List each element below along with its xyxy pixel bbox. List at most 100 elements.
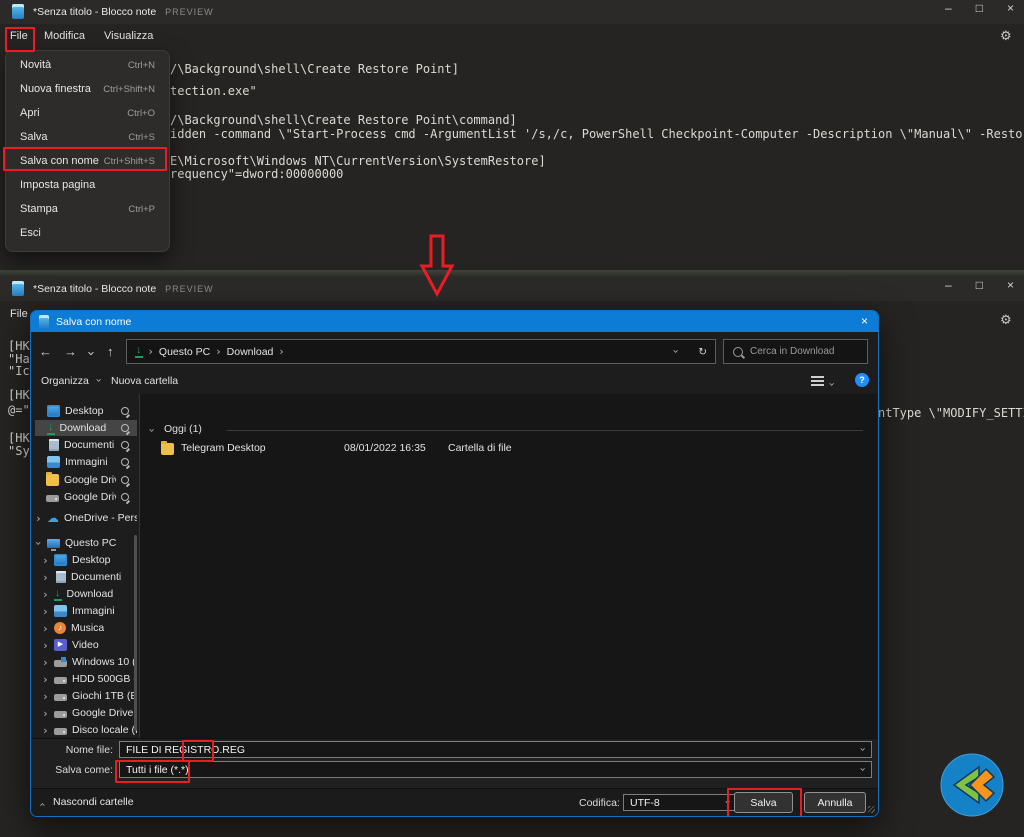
- menuitem-apri[interactable]: ApriCtrl+O: [6, 101, 169, 125]
- menuitem-esci[interactable]: Esci: [6, 221, 169, 245]
- refresh-icon[interactable]: ↻: [698, 346, 707, 358]
- pictures-icon: [54, 605, 67, 617]
- music-icon: ♪: [54, 622, 66, 634]
- settings-gear-icon[interactable]: ⚙: [1000, 313, 1012, 328]
- tree-item-desktop[interactable]: Desktop: [42, 552, 137, 568]
- cancel-button[interactable]: Annulla: [804, 792, 866, 813]
- sidebar-item-questo-pc[interactable]: Questo PC: [35, 535, 137, 551]
- dialog-close-icon[interactable]: ×: [861, 314, 868, 328]
- tree-item-documenti[interactable]: Documenti: [42, 569, 137, 585]
- address-bar[interactable]: ↓ Questo PC Download ↻: [126, 339, 716, 364]
- minimize-button[interactable]: –: [945, 1, 952, 15]
- group-collapse-icon[interactable]: [147, 428, 158, 432]
- system-drive-icon: [54, 660, 67, 667]
- recent-locations-chevron-icon[interactable]: [84, 351, 97, 356]
- maximize-button[interactable]: □: [976, 1, 983, 15]
- address-dropdown-icon[interactable]: [670, 349, 681, 353]
- settings-gear-icon[interactable]: ⚙: [1000, 29, 1012, 44]
- tree-item-musica[interactable]: ♪ Musica: [42, 620, 137, 636]
- breadcrumb-download[interactable]: Download: [227, 346, 274, 358]
- desktop-icon: [54, 554, 67, 566]
- menuitem-imposta-pagina[interactable]: Imposta pagina: [6, 173, 169, 197]
- view-mode-chevron-icon[interactable]: [827, 382, 838, 386]
- tree-item-download[interactable]: ↓ Download: [42, 586, 137, 602]
- menubar: File Modifica Visualizza ⚙: [0, 24, 1024, 50]
- menuitem-stampa[interactable]: StampaCtrl+P: [6, 197, 169, 221]
- filename-input[interactable]: FILE DI REGISTRO.REG: [119, 741, 872, 758]
- sidebar-item-documenti[interactable]: Documenti: [35, 437, 137, 453]
- editor-fragment: [HK: [8, 431, 30, 445]
- chevron-up-icon: [37, 802, 48, 806]
- chevron-right-icon: [42, 555, 49, 566]
- pin-icon: [121, 476, 129, 484]
- tree-item-windows-10-c[interactable]: Windows 10 (C:): [42, 654, 137, 670]
- minimize-button[interactable]: –: [945, 278, 952, 292]
- encoding-label: Codifica:: [579, 797, 620, 809]
- sidebar-item-google-drive-disk[interactable]: Google Drive: [35, 489, 137, 505]
- organizza-button[interactable]: Organizza: [41, 375, 101, 387]
- search-box[interactable]: Cerca in Download: [723, 339, 868, 364]
- editor-line: requency"=dword:00000000: [170, 167, 343, 181]
- preview-badge: PREVIEW: [165, 7, 214, 17]
- editor-fragment: "Ic: [8, 364, 30, 378]
- titlebar: *Senza titolo - Blocco note PREVIEW – □ …: [0, 277, 1024, 301]
- forward-icon[interactable]: →: [64, 344, 77, 359]
- tree-item-immagini[interactable]: Immagini: [42, 603, 137, 619]
- tree-item-google-drive-g[interactable]: Google Drive (G:): [42, 705, 137, 721]
- menu-modifica[interactable]: Modifica: [44, 30, 85, 42]
- editor-line: /\Background\shell\Create Restore Point\…: [170, 113, 517, 127]
- resize-grip[interactable]: [868, 806, 875, 813]
- tree-item-video[interactable]: ▶ Video: [42, 637, 137, 653]
- sidebar-item-desktop[interactable]: Desktop: [35, 403, 137, 419]
- sidebar-item-google-drive-folder[interactable]: Google Drive: [35, 472, 137, 488]
- pin-icon: [121, 458, 129, 466]
- screenshot-root: *Senza titolo - Blocco note PREVIEW – □ …: [0, 0, 1024, 837]
- encoding-select[interactable]: UTF-8: [623, 794, 737, 811]
- maximize-button[interactable]: □: [976, 278, 983, 292]
- menuitem-novita[interactable]: NovitàCtrl+N: [6, 53, 169, 77]
- group-header[interactable]: Oggi (1): [164, 423, 202, 435]
- view-mode-icon[interactable]: [811, 376, 824, 387]
- desktop-icon: [47, 405, 60, 417]
- save-button[interactable]: Salva: [734, 792, 793, 813]
- close-button[interactable]: ×: [1007, 278, 1014, 292]
- tree-item-disco-locale-p[interactable]: Disco locale (P:): [42, 722, 137, 738]
- pin-icon: [121, 424, 129, 432]
- menu-visualizza[interactable]: Visualizza: [104, 30, 153, 42]
- editor-line: idden -command \"Start-Process cmd -Argu…: [170, 127, 1024, 141]
- sidebar-item-immagini[interactable]: Immagini: [35, 454, 137, 470]
- menu-file[interactable]: File: [10, 30, 28, 42]
- back-icon[interactable]: ←: [39, 344, 52, 359]
- breadcrumb-questo-pc[interactable]: Questo PC: [159, 346, 210, 358]
- tree-item-hdd-500gb-d[interactable]: HDD 500GB (D:): [42, 671, 137, 687]
- up-icon[interactable]: ↑: [107, 344, 114, 359]
- close-button[interactable]: ×: [1007, 1, 1014, 15]
- computer-icon: [47, 539, 60, 548]
- chevron-down-icon[interactable]: [722, 800, 733, 804]
- breadcrumb-chevron-icon: [149, 346, 153, 357]
- chevron-right-icon: [42, 589, 49, 600]
- sidebar-item-download-selected[interactable]: ↓ Download: [35, 420, 137, 436]
- chevron-down-icon[interactable]: [857, 747, 868, 751]
- save-as-type-select[interactable]: Tutti i file (*.*): [119, 761, 872, 778]
- sidebar-scrollbar[interactable]: [134, 535, 137, 731]
- help-icon[interactable]: ?: [855, 373, 869, 387]
- dialog-titlebar: Salva con nome: [31, 311, 878, 332]
- menuitem-salva-con-nome[interactable]: Salva con nomeCtrl+Shift+S: [6, 149, 169, 173]
- editor-fragment: [HK: [8, 339, 30, 353]
- menuitem-salva[interactable]: SalvaCtrl+S: [6, 125, 169, 149]
- notepad-app-icon: [39, 315, 49, 328]
- editor-fragment: [HK: [8, 388, 30, 402]
- hide-folders-button[interactable]: Nascondi cartelle: [53, 796, 134, 808]
- nuova-cartella-button[interactable]: Nuova cartella: [111, 375, 178, 387]
- navigation-pane: Desktop ↓ Download Documenti Immagini Go…: [31, 394, 139, 738]
- chevron-down-icon: [93, 378, 104, 382]
- onedrive-cloud-icon: ☁: [47, 512, 59, 524]
- chevron-down-icon[interactable]: [857, 767, 868, 771]
- menuitem-nuova-finestra[interactable]: Nuova finestraCtrl+Shift+N: [6, 77, 169, 101]
- tree-item-giochi-1tb-e[interactable]: Giochi 1TB (E:): [42, 688, 137, 704]
- sidebar-item-onedrive[interactable]: ☁ OneDrive - Person: [35, 510, 137, 526]
- chevron-right-icon: [42, 640, 49, 651]
- editor-line: /\Background\shell\Create Restore Point]: [170, 62, 459, 76]
- menu-file[interactable]: File: [10, 308, 28, 320]
